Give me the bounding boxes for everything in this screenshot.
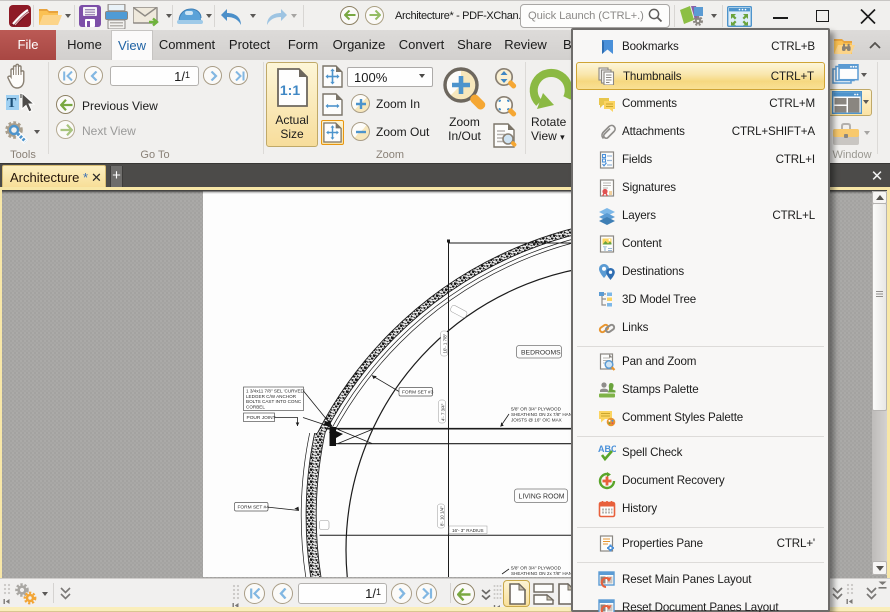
svg-text:10'- 1 7/8": 10'- 1 7/8"	[443, 333, 448, 353]
svg-text:LIVING ROOM: LIVING ROOM	[519, 494, 565, 501]
svg-text:JOISTS @ 16" O/C MAX: JOISTS @ 16" O/C MAX	[511, 417, 562, 422]
svg-text:16'- 3" RADIUS: 16'- 3" RADIUS	[452, 528, 484, 533]
svg-text:SHEATHING ON 2x 7/8" HANG: SHEATHING ON 2x 7/8" HANG	[511, 571, 576, 576]
svg-text:LEDGER C/W ANCHOR: LEDGER C/W ANCHOR	[246, 394, 297, 399]
svg-text:5/8" OR 3/4" PLYWOOD: 5/8" OR 3/4" PLYWOOD	[511, 407, 562, 412]
svg-text:4'- 7 3/4": 4'- 7 3/4"	[440, 403, 445, 421]
svg-text:8'- 10 1/4": 8'- 10 1/4"	[439, 506, 444, 526]
svg-text:BOLTS CAST INTO CONC: BOLTS CAST INTO CONC	[246, 399, 302, 404]
svg-text:5/8" OR 3/4" PLYWOOD: 5/8" OR 3/4" PLYWOOD	[511, 566, 562, 571]
svg-text:ABC: ABC	[598, 444, 616, 454]
svg-text:FORM SET #3: FORM SET #3	[402, 390, 434, 396]
svg-text:1:1: 1:1	[280, 82, 300, 98]
svg-text:POUR JOINT: POUR JOINT	[247, 415, 276, 421]
svg-text:FORM SET #4: FORM SET #4	[238, 505, 270, 511]
svg-text:1 3/4x11 7/8" SEL 'CURVED': 1 3/4x11 7/8" SEL 'CURVED'	[246, 388, 305, 393]
svg-text:CORBEL: CORBEL	[246, 405, 265, 410]
svg-text:SHEATHING ON 2x 7/8" HANG: SHEATHING ON 2x 7/8" HANG	[511, 412, 576, 417]
svg-text:T: T	[603, 246, 607, 253]
svg-text:BEDROOMS: BEDROOMS	[521, 350, 561, 357]
